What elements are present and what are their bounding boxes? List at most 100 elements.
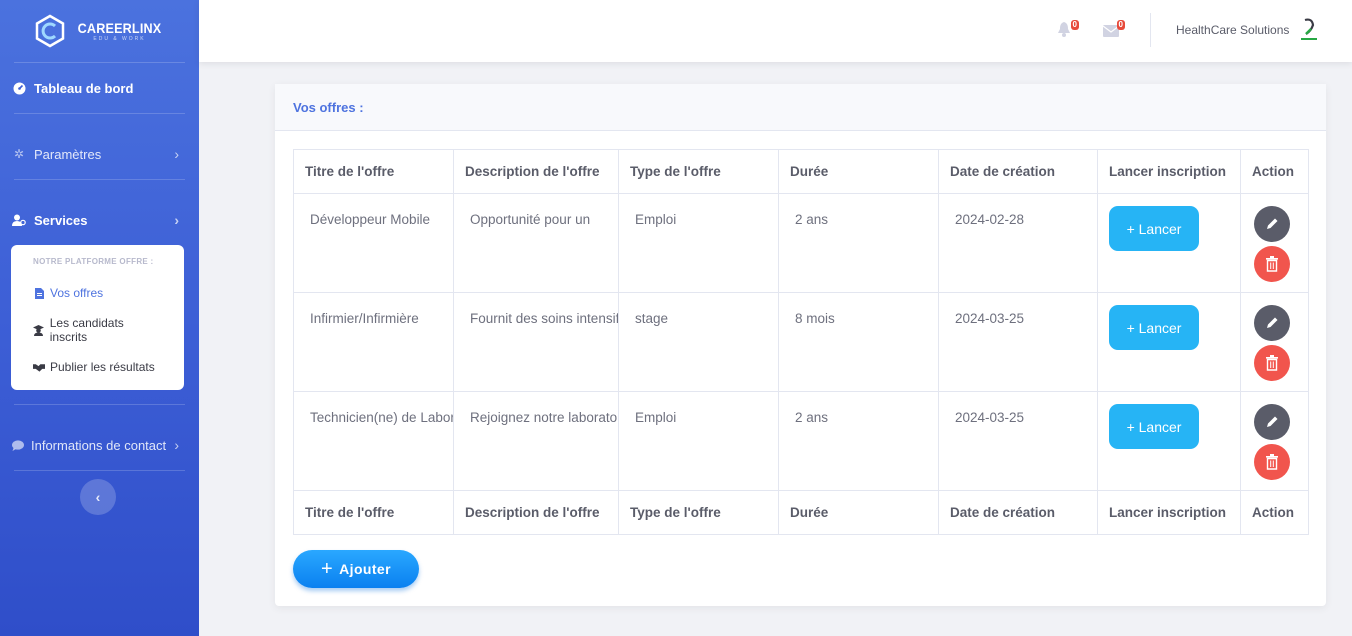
nav-contact[interactable]: Informations de contact ›	[0, 420, 199, 470]
divider	[14, 179, 185, 180]
gauge-icon	[12, 81, 26, 95]
trash-icon	[1266, 256, 1278, 272]
delete-button[interactable]	[1254, 246, 1290, 282]
user-name[interactable]: HealthCare Solutions	[1176, 23, 1289, 37]
table-header-row: Titre de l'offre Description de l'offre …	[293, 149, 1309, 194]
brand-tagline: EDU & WORK	[93, 36, 146, 42]
messages-button[interactable]: 0	[1102, 20, 1125, 40]
lancer-button[interactable]: + Lancer	[1109, 206, 1199, 251]
column-header-type[interactable]: Type de l'offre	[618, 149, 779, 194]
nav-services-label: Services	[34, 212, 88, 228]
offer-type: stage	[618, 292, 779, 392]
graduate-icon	[33, 324, 45, 336]
delete-button[interactable]	[1254, 444, 1290, 480]
chevron-right-icon: ›	[174, 437, 179, 453]
offer-type: Emploi	[618, 193, 779, 293]
offer-date: 2024-02-28	[938, 193, 1098, 293]
topbar-divider	[1150, 13, 1151, 47]
submenu-item-vos-offres[interactable]: Vos offres	[11, 278, 184, 308]
nav-services[interactable]: Services ›	[0, 195, 199, 245]
lancer-button[interactable]: + Lancer	[1109, 305, 1199, 350]
table-footer-row: Titre de l'offre Description de l'offre …	[293, 490, 1309, 535]
column-header-date[interactable]: Date de création	[938, 149, 1098, 194]
divider	[14, 470, 185, 471]
offer-description: Rejoignez notre laboratoire	[453, 391, 619, 491]
submenu-item-label: Vos offres	[50, 286, 104, 300]
column-header-duration[interactable]: Durée	[778, 149, 939, 194]
chevron-right-icon: ›	[174, 212, 179, 228]
trash-icon	[1266, 454, 1278, 470]
sidebar: CAREERLINX EDU & WORK Tableau de bord ✲ …	[0, 0, 199, 636]
divider	[14, 404, 185, 405]
nav-dashboard-label: Tableau de bord	[34, 80, 134, 96]
services-submenu: NOTRE PLATFORME OFFRE : Vos offres Les c…	[11, 245, 184, 390]
nav-dashboard[interactable]: Tableau de bord	[0, 63, 199, 113]
column-header-description[interactable]: Description de l'offre	[453, 149, 619, 194]
nav-settings-label: Paramètres	[34, 146, 102, 162]
submenu-item-resultats[interactable]: Publier les résultats	[11, 352, 184, 382]
column-footer-action: Action	[1240, 490, 1309, 535]
divider	[14, 113, 185, 114]
alerts-count-badge: 0	[1070, 20, 1079, 30]
pencil-icon	[1267, 317, 1278, 328]
nav-contact-label: Informations de contact	[31, 437, 167, 453]
column-footer-type: Type de l'offre	[618, 490, 779, 535]
plus-icon: +	[321, 558, 334, 580]
column-footer-lancer: Lancer inscription	[1097, 490, 1241, 535]
messages-count-badge: 0	[1116, 20, 1125, 30]
offer-description: Opportunité pour un	[453, 193, 619, 293]
edit-button[interactable]	[1254, 206, 1290, 242]
pencil-icon	[1267, 218, 1278, 229]
submenu-heading: NOTRE PLATFORME OFFRE :	[33, 257, 154, 266]
column-footer-description: Description de l'offre	[453, 490, 619, 535]
submenu-item-candidats[interactable]: Les candidats inscrits	[11, 308, 184, 352]
offer-title: Développeur Mobile	[293, 193, 454, 293]
handshake-icon	[33, 363, 45, 372]
column-header-title[interactable]: Titre de l'offre	[293, 149, 454, 194]
brand-name: CAREERLINX	[77, 20, 162, 36]
offer-type: Emploi	[618, 391, 779, 491]
offer-description: Fournit des soins intensifs	[453, 292, 619, 392]
offer-title: Technicien(ne) de Laboratoire	[293, 391, 454, 491]
topbar: 0 0 HealthCare Solutions	[199, 0, 1352, 62]
careerlinx-logo-icon	[35, 14, 65, 48]
edit-button[interactable]	[1254, 404, 1290, 440]
column-footer-duration: Durée	[778, 490, 939, 535]
offer-date: 2024-03-25	[938, 391, 1098, 491]
sidebar-toggle-button[interactable]: ‹	[80, 479, 116, 515]
column-header-action[interactable]: Action	[1240, 149, 1309, 194]
table-row: Infirmier/Infirmière Fournit des soins i…	[293, 292, 1309, 392]
company-logo-icon[interactable]	[1296, 16, 1322, 44]
nav-settings[interactable]: ✲ Paramètres ›	[0, 129, 199, 179]
chevron-right-icon: ›	[174, 146, 179, 162]
gear-icon: ✲	[13, 147, 25, 161]
offers-card: Vos offres : Titre de l'offre Descriptio…	[275, 84, 1326, 606]
card-title: Vos offres :	[275, 84, 1326, 131]
chevron-left-icon: ‹	[95, 489, 101, 505]
offer-duration: 2 ans	[778, 391, 939, 491]
lancer-button[interactable]: + Lancer	[1109, 404, 1199, 449]
trash-icon	[1266, 355, 1278, 371]
offer-title: Infirmier/Infirmière	[293, 292, 454, 392]
users-cog-icon	[12, 213, 26, 227]
brand[interactable]: CAREERLINX EDU & WORK	[0, 0, 199, 62]
column-footer-title: Titre de l'offre	[293, 490, 454, 535]
chat-icon	[12, 438, 24, 452]
offer-date: 2024-03-25	[938, 292, 1098, 392]
offers-table: Titre de l'offre Description de l'offre …	[293, 149, 1309, 535]
alerts-button[interactable]: 0	[1057, 20, 1079, 40]
bell-icon	[1058, 22, 1070, 37]
pencil-icon	[1267, 416, 1278, 427]
column-footer-date: Date de création	[938, 490, 1098, 535]
add-offer-button[interactable]: + Ajouter	[293, 550, 419, 588]
table-row: Développeur Mobile Opportunité pour un E…	[293, 193, 1309, 293]
submenu-item-label: Publier les résultats	[50, 360, 155, 374]
offer-duration: 8 mois	[778, 292, 939, 392]
add-offer-label: Ajouter	[339, 561, 391, 577]
offer-duration: 2 ans	[778, 193, 939, 293]
submenu-item-label: Les candidats inscrits	[49, 316, 124, 344]
delete-button[interactable]	[1254, 345, 1290, 381]
column-header-lancer[interactable]: Lancer inscription	[1097, 149, 1241, 194]
file-icon	[33, 287, 45, 299]
edit-button[interactable]	[1254, 305, 1290, 341]
